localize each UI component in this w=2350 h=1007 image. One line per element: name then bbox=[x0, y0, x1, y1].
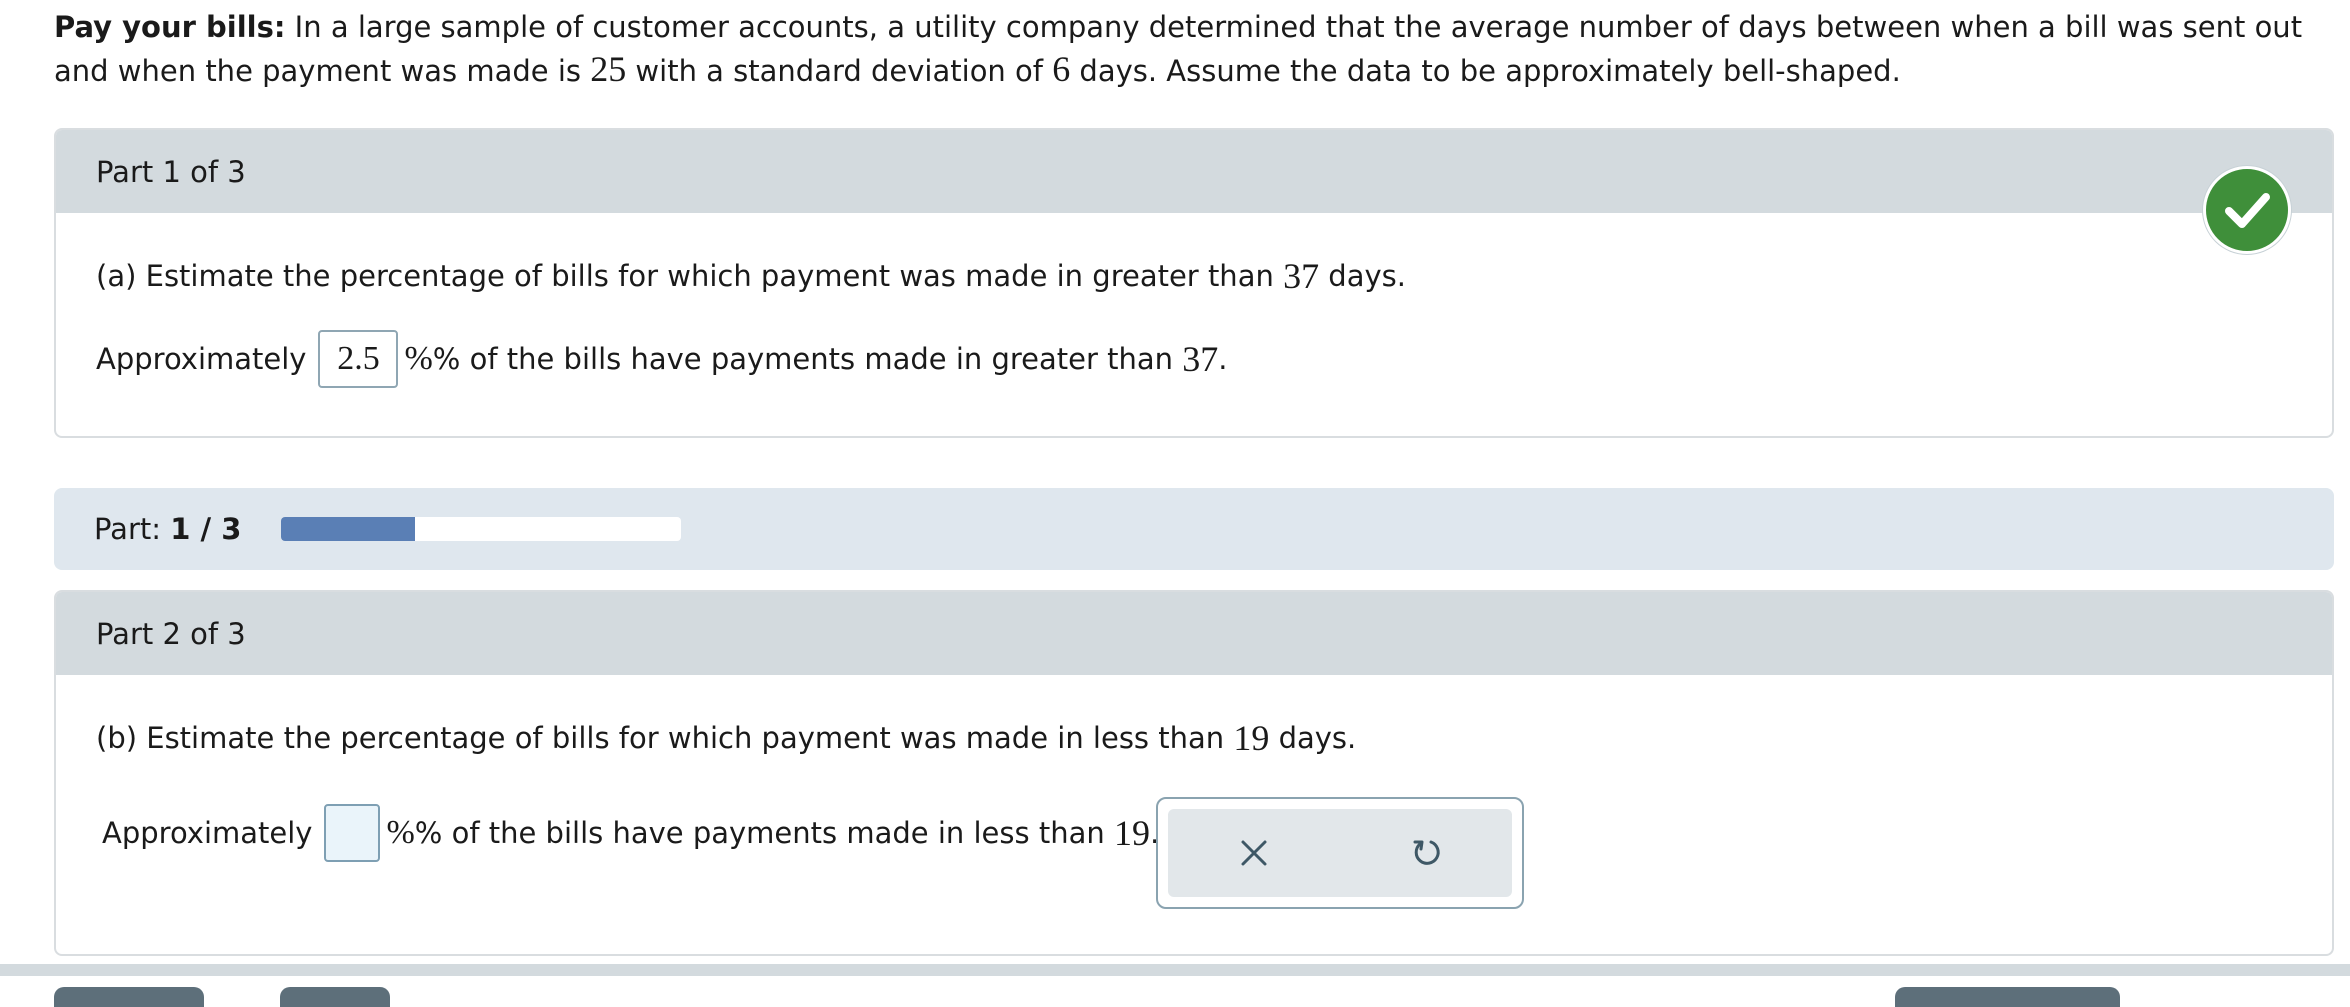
correct-check-icon bbox=[2203, 166, 2291, 254]
sd-value: 6 bbox=[1052, 49, 1071, 89]
part-1-question: (a) Estimate the percentage of bills for… bbox=[96, 256, 1406, 296]
footer-button-3[interactable] bbox=[1895, 987, 2120, 1007]
part-2-answer-input[interactable] bbox=[324, 804, 381, 862]
footer-button-1[interactable] bbox=[54, 987, 204, 1007]
mean-value: 25 bbox=[590, 49, 627, 89]
progress-track bbox=[281, 517, 682, 541]
answer-tools-popup bbox=[1156, 797, 1524, 909]
clear-button[interactable] bbox=[1224, 823, 1284, 883]
answer-tools bbox=[1168, 809, 1512, 897]
undo-icon bbox=[1413, 840, 1440, 865]
footer-button-2[interactable] bbox=[280, 987, 390, 1007]
undo-button[interactable] bbox=[1396, 823, 1456, 883]
part-2-header: Part 2 of 3 bbox=[56, 592, 2332, 675]
problem-statement: Pay your bills: In a large sample of cus… bbox=[54, 10, 2303, 89]
part-1-header: Part 1 of 3 bbox=[56, 130, 2332, 213]
part-2-title: Part 2 of 3 bbox=[96, 616, 246, 651]
part-1-title: Part 1 of 3 bbox=[96, 154, 246, 189]
part-1-panel: Part 1 of 3 (a) Estimate the percentage … bbox=[54, 128, 2334, 438]
progress-fill bbox=[281, 517, 415, 541]
close-icon bbox=[1241, 840, 1267, 866]
progress-label: Part: 1 / 3 bbox=[94, 512, 242, 546]
part-2-question: (b) Estimate the percentage of bills for… bbox=[96, 718, 1357, 758]
problem-title: Pay your bills: bbox=[54, 10, 286, 44]
part-2-answer-row: Approximately%% of the bills have paymen… bbox=[102, 804, 1159, 862]
part-progress: Part: 1 / 3 bbox=[54, 488, 2334, 570]
part-1-answer-input[interactable]: 2.5 bbox=[318, 330, 399, 388]
footer-divider bbox=[0, 964, 2350, 976]
part-1-answer-row: Approximately 2.5%% of the bills have pay… bbox=[96, 330, 1227, 388]
